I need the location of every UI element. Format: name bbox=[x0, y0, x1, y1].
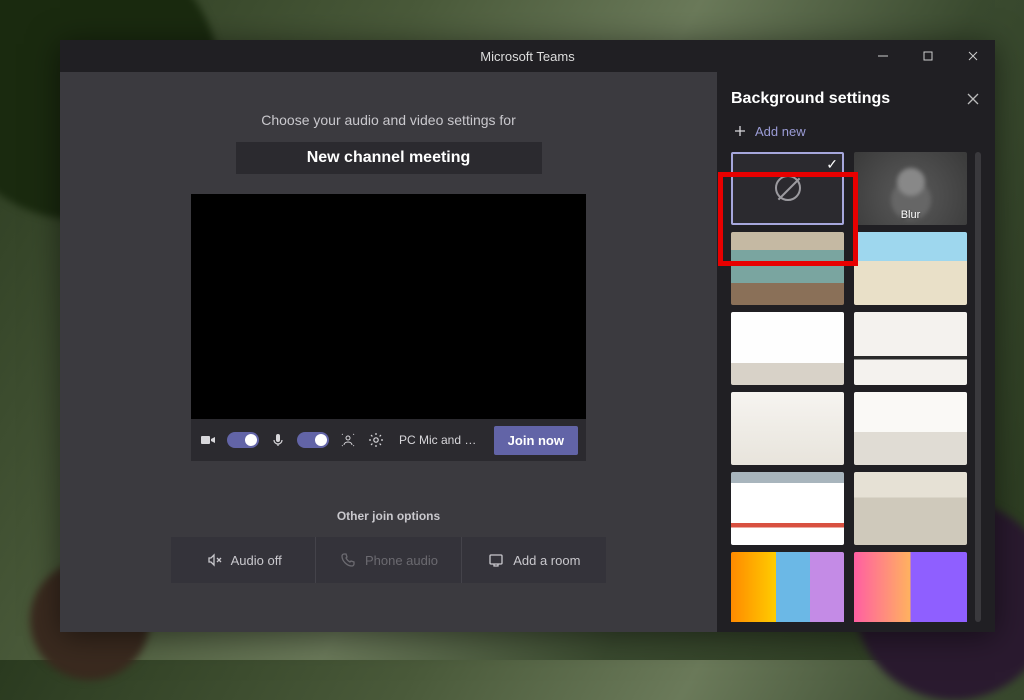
other-options-row: Audio off Phone audio Add a room bbox=[171, 537, 606, 583]
background-tile-image[interactable] bbox=[854, 312, 967, 385]
phone-icon bbox=[339, 551, 357, 569]
background-tile-image[interactable] bbox=[731, 472, 844, 545]
background-tile-image[interactable] bbox=[854, 392, 967, 465]
background-tile-image[interactable] bbox=[854, 552, 967, 622]
background-tile-image[interactable] bbox=[854, 472, 967, 545]
room-icon bbox=[487, 551, 505, 569]
add-room-label: Add a room bbox=[513, 553, 580, 568]
phone-audio-label: Phone audio bbox=[365, 553, 438, 568]
speaker-off-icon bbox=[205, 551, 223, 569]
background-tile-image[interactable] bbox=[854, 232, 967, 305]
add-room-button[interactable]: Add a room bbox=[461, 537, 606, 583]
device-label[interactable]: PC Mic and Sp… bbox=[399, 433, 484, 447]
background-effects-icon[interactable] bbox=[339, 431, 357, 449]
background-tile-image[interactable] bbox=[731, 392, 844, 465]
plus-icon bbox=[731, 122, 749, 140]
background-tile-none[interactable]: ✓ bbox=[731, 152, 844, 225]
maximize-button[interactable] bbox=[905, 40, 950, 72]
phone-audio-button: Phone audio bbox=[315, 537, 460, 583]
device-controls: PC Mic and Sp… Join now bbox=[191, 419, 586, 461]
app-window: Microsoft Teams Choose your audio and vi… bbox=[60, 40, 995, 632]
gear-icon[interactable] bbox=[367, 431, 385, 449]
prejoin-panel: Choose your audio and video settings for… bbox=[60, 72, 717, 632]
audio-off-label: Audio off bbox=[231, 553, 282, 568]
add-new-label: Add new bbox=[755, 124, 806, 139]
mic-toggle[interactable] bbox=[297, 432, 329, 448]
panel-title: Background settings bbox=[731, 90, 890, 108]
background-tile-image[interactable] bbox=[731, 232, 844, 305]
none-icon bbox=[775, 175, 801, 201]
close-panel-button[interactable] bbox=[965, 91, 981, 107]
check-icon: ✓ bbox=[826, 156, 838, 173]
close-button[interactable] bbox=[950, 40, 995, 72]
audio-off-button[interactable]: Audio off bbox=[171, 537, 315, 583]
mic-icon bbox=[269, 431, 287, 449]
other-options-heading: Other join options bbox=[337, 509, 440, 523]
background-grid: ✓ Blur bbox=[731, 152, 971, 622]
tile-label: Blur bbox=[854, 209, 967, 221]
video-preview bbox=[191, 194, 586, 419]
background-settings-panel: Background settings Add new ✓ bbox=[717, 72, 995, 632]
add-new-button[interactable]: Add new bbox=[731, 122, 981, 140]
background-tile-image[interactable] bbox=[731, 552, 844, 622]
background-tile-image[interactable] bbox=[731, 312, 844, 385]
minimize-button[interactable] bbox=[860, 40, 905, 72]
scrollbar[interactable] bbox=[975, 152, 981, 622]
camera-icon bbox=[199, 431, 217, 449]
avatar-icon bbox=[897, 168, 925, 196]
camera-toggle[interactable] bbox=[227, 432, 259, 448]
prejoin-prompt: Choose your audio and video settings for bbox=[261, 112, 516, 128]
window-title: Microsoft Teams bbox=[480, 49, 574, 64]
meeting-title[interactable]: New channel meeting bbox=[236, 142, 542, 174]
titlebar: Microsoft Teams bbox=[60, 40, 995, 72]
background-tile-blur[interactable]: Blur bbox=[854, 152, 967, 225]
join-now-button[interactable]: Join now bbox=[494, 426, 578, 455]
